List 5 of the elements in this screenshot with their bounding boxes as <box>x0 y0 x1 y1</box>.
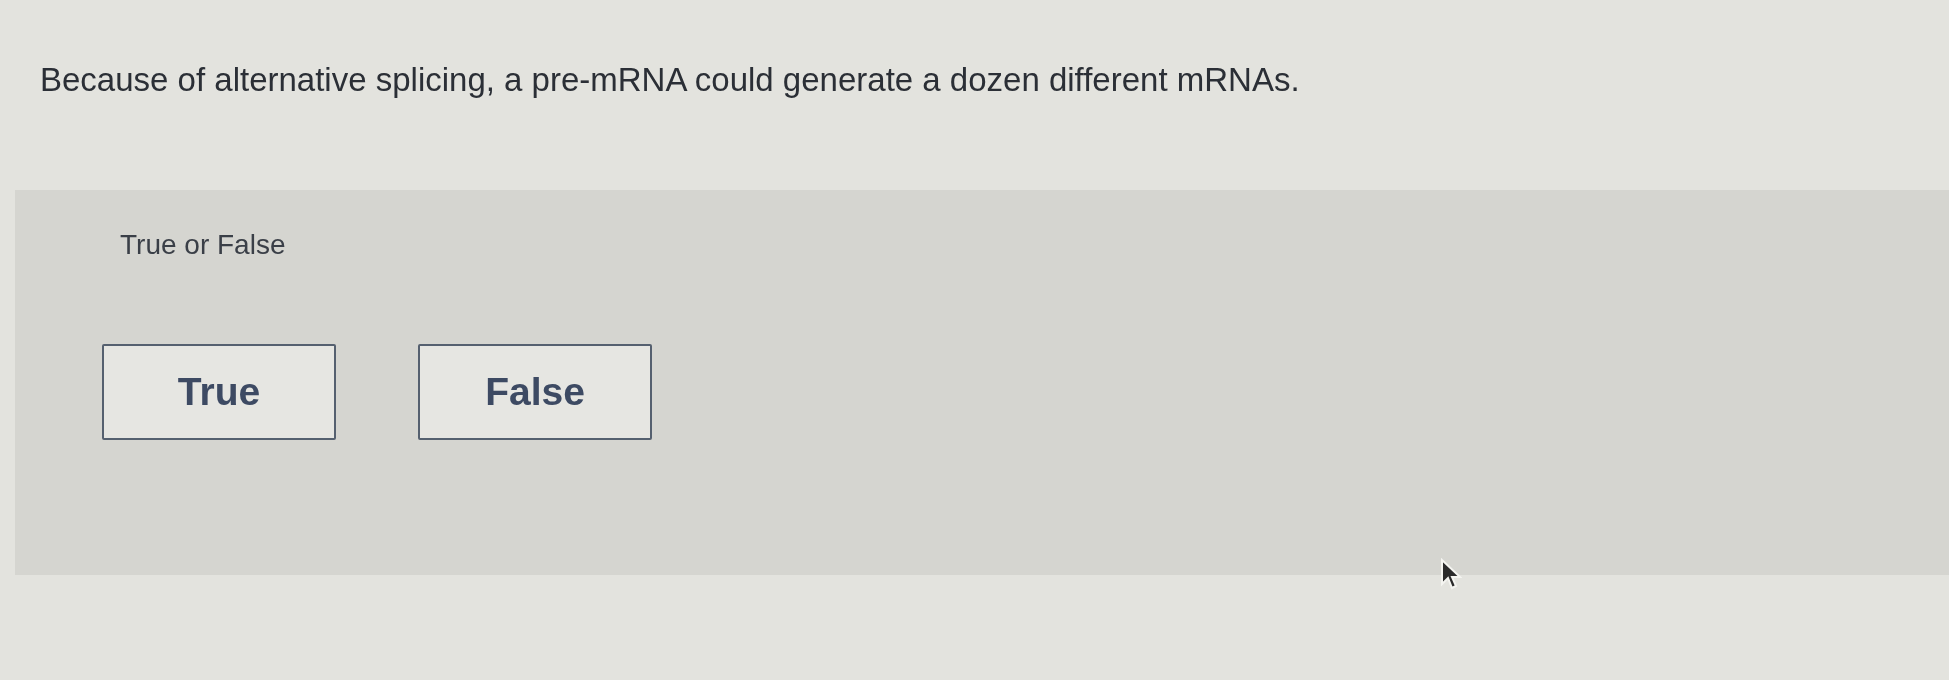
question-text: Because of alternative splicing, a pre-mRNA could generate a dozen different mRNAs. <box>40 60 1300 100</box>
prompt-text: True or False <box>120 228 286 262</box>
cursor-icon <box>1440 558 1462 590</box>
answer-option[interactable]: True <box>102 344 336 440</box>
answer-option[interactable]: False <box>418 344 652 440</box>
